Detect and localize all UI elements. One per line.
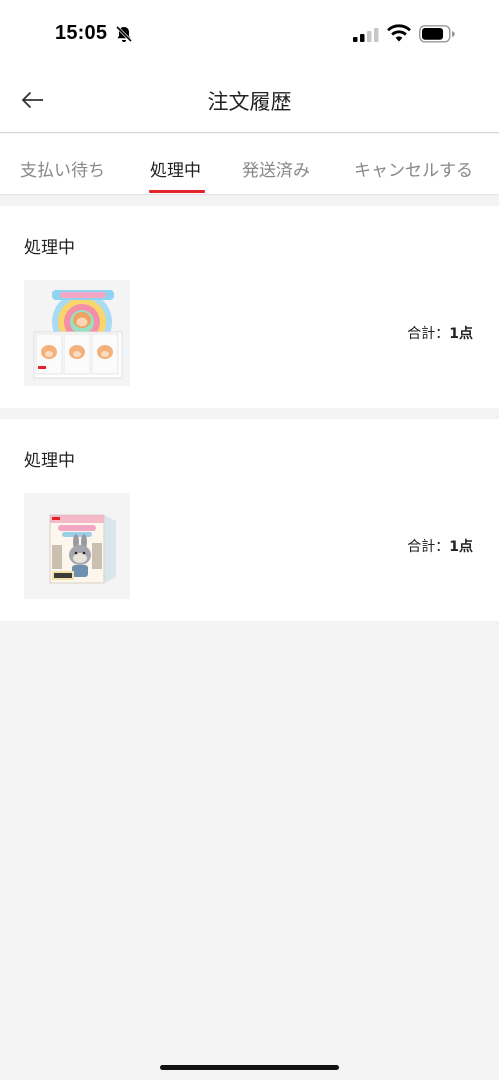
- product-image[interactable]: [24, 493, 130, 599]
- wifi-icon: [387, 24, 411, 42]
- order-total-value: 1点: [449, 326, 473, 342]
- order-total-label: 合計：: [407, 539, 450, 555]
- page-title: 注文履歴: [207, 90, 292, 114]
- tab-cancelled[interactable]: キャンセルする: [354, 156, 473, 181]
- order-total-value: 1点: [449, 539, 473, 555]
- order-status: 処理中: [24, 451, 75, 471]
- product-image[interactable]: [24, 280, 130, 386]
- order-total-label: 合計：: [407, 326, 450, 342]
- header: 注文履歴: [0, 66, 499, 133]
- tab-shipped[interactable]: 発送済み: [242, 156, 310, 181]
- status-bar: 15:05: [0, 0, 499, 66]
- home-indicator[interactable]: [160, 1065, 339, 1070]
- tab-processing[interactable]: 処理中: [150, 156, 201, 181]
- active-tab-indicator: [149, 190, 205, 193]
- order-status-tabs: 支払い待ち 処理中 発送済み キャンセルする: [0, 134, 499, 195]
- order-total: 合計：1点: [407, 323, 473, 343]
- product-blindbox-set-image: [24, 280, 130, 386]
- status-time: 15:05: [55, 22, 108, 44]
- order-card[interactable]: 処理中 合計：1点: [0, 419, 499, 621]
- battery-icon: [419, 25, 455, 43]
- tab-awaiting-payment[interactable]: 支払い待ち: [20, 156, 105, 181]
- product-blindbox-image: [24, 493, 130, 599]
- order-total: 合計：1点: [407, 536, 473, 556]
- order-status: 処理中: [24, 238, 75, 258]
- order-card[interactable]: 処理中 合計：1点: [0, 206, 499, 408]
- cellular-signal-icon: [353, 28, 379, 42]
- bell-off-icon: [115, 25, 133, 43]
